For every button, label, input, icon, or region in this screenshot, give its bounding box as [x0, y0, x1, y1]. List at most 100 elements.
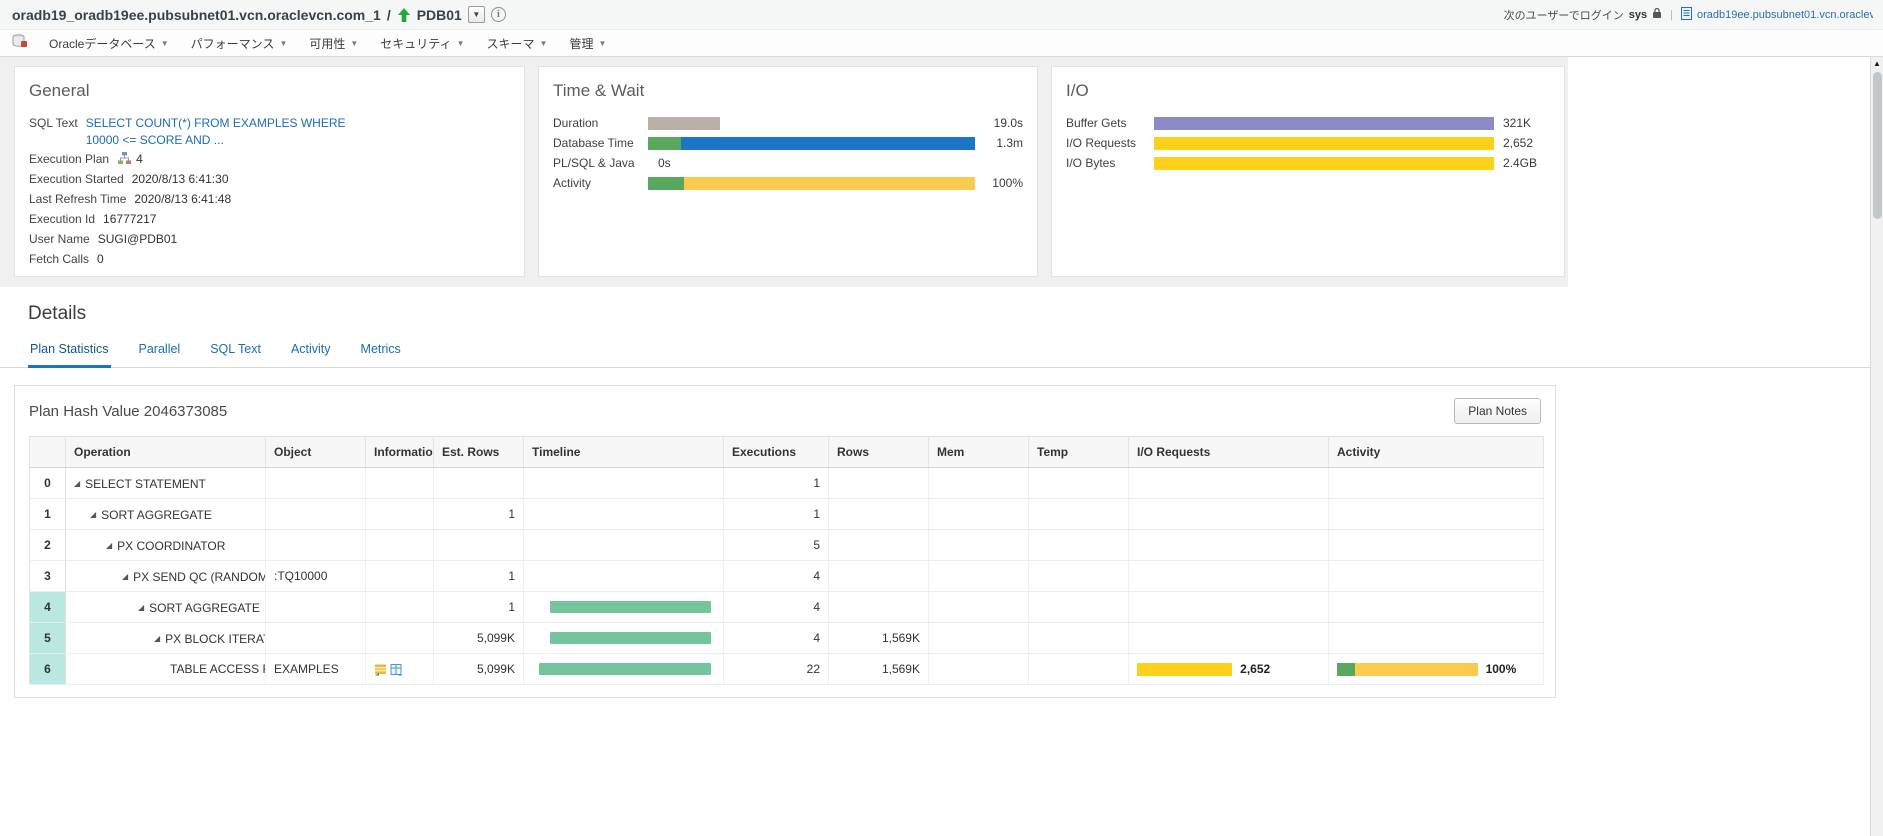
- bar-segment-gold: [1154, 156, 1494, 170]
- menu-schema[interactable]: スキーマ ▼: [487, 35, 548, 52]
- menu-administration[interactable]: 管理 ▼: [569, 35, 606, 52]
- row-number-cell: 2: [29, 529, 66, 561]
- timeline-cell: [523, 529, 724, 561]
- col-row-number: [29, 436, 66, 468]
- field-row: Execution Id 16777217: [29, 209, 510, 229]
- general-panel: General SQL Text SELECT COUNT(*) FROM EX…: [14, 66, 525, 277]
- menu-label: Oracleデータベース: [49, 36, 156, 51]
- duration-bar: [648, 116, 975, 130]
- expand-collapse-icon[interactable]: ◢: [138, 603, 144, 612]
- object-cell: [265, 591, 366, 623]
- buffer-gets-row: Buffer Gets 321K: [1066, 113, 1550, 133]
- stat-label: I/O Requests: [1066, 136, 1137, 150]
- information-cell: [365, 467, 434, 499]
- bar-segment-gray: [648, 116, 720, 130]
- stat-label: Buffer Gets: [1066, 116, 1127, 130]
- expand-collapse-icon[interactable]: ◢: [90, 510, 96, 519]
- plan-row-3[interactable]: 3 ◢ PX SEND QC (RANDOM):TQ10000 1 4: [29, 560, 1544, 592]
- pdb-switcher-dropdown[interactable]: ▼: [467, 6, 485, 23]
- timeline-cell: [523, 653, 724, 685]
- operation-name: TABLE ACCESS FULL: [170, 662, 265, 676]
- col-activity: Activity: [1328, 436, 1544, 468]
- info-icon[interactable]: i: [490, 7, 506, 22]
- plan-card-header: Plan Hash Value 2046373085 Plan Notes: [15, 386, 1555, 436]
- tab-parallel[interactable]: Parallel: [137, 337, 183, 367]
- expand-collapse-icon[interactable]: ◢: [74, 479, 80, 488]
- object-cell: [265, 622, 366, 654]
- row-number-cell: 4: [29, 591, 66, 623]
- scroll-up-arrow[interactable]: ▲: [1871, 59, 1883, 68]
- menu-label: パフォーマンス: [190, 36, 275, 51]
- plan-row-5[interactable]: 5 ◢ PX BLOCK ITERATOR 5,099K 41,569K: [29, 622, 1544, 654]
- field-value: 2020/8/13 6:41:30: [131, 172, 229, 186]
- plan-row-1[interactable]: 1 ◢ SORT AGGREGATE 1 1: [29, 498, 1544, 530]
- est-rows-cell: 1: [433, 591, 524, 623]
- activity-cell: [1328, 560, 1544, 592]
- expand-collapse-icon[interactable]: ◢: [154, 634, 160, 643]
- duration-row: Duration 19.0s: [553, 113, 1023, 133]
- page-title: oradb19_oradb19ee.pubsubnet01.vcn.oracle…: [12, 6, 381, 23]
- vertical-scrollbar[interactable]: ▲: [1870, 57, 1883, 836]
- plan-table-header-row: Operation Object Information Est. Rows T…: [29, 436, 1544, 468]
- information-cell: [365, 591, 434, 623]
- expand-collapse-icon[interactable]: ◢: [106, 541, 112, 550]
- plan-row-4[interactable]: 4 ◢ SORT AGGREGATE 1 4: [29, 591, 1544, 623]
- plan-hash-title: Plan Hash Value 2046373085: [29, 402, 228, 420]
- stat-label: Activity: [553, 176, 592, 190]
- field-label: Execution Id: [29, 212, 96, 226]
- database-time-bar: [648, 136, 975, 150]
- menu-availability[interactable]: 可用性 ▼: [309, 35, 358, 52]
- executions-cell: 4: [723, 591, 829, 623]
- tab-metrics[interactable]: Metrics: [359, 337, 403, 367]
- stat-label: Duration: [553, 116, 599, 130]
- bar-segment-green: [648, 176, 684, 190]
- expand-collapse-icon[interactable]: ◢: [122, 572, 128, 581]
- menu-oracle-database[interactable]: Oracleデータベース ▼: [49, 35, 169, 52]
- executions-cell: 22: [723, 653, 829, 685]
- field-row: User Name SUGI@PDB01: [29, 229, 510, 249]
- execution-plan-label: Execution Plan: [29, 152, 110, 166]
- menu-label: 管理: [569, 36, 594, 51]
- stat-value: 19.0s: [993, 116, 1023, 130]
- tab-activity[interactable]: Activity: [289, 337, 333, 367]
- details-heading: Details: [28, 303, 87, 324]
- sql-text-link[interactable]: SELECT COUNT(*) FROM EXAMPLES WHERE 1000…: [86, 115, 381, 149]
- rows-cell: [828, 591, 929, 623]
- menu-performance[interactable]: パフォーマンス ▼: [191, 35, 288, 52]
- io-requests-cell: [1128, 591, 1329, 623]
- host-link[interactable]: oradb19ee.pubsubnet01.vcn.oraclevcn.co: [1697, 9, 1873, 21]
- menu-label: 可用性: [309, 36, 346, 51]
- tab-plan-statistics[interactable]: Plan Statistics: [28, 337, 111, 368]
- sql-text-row: SQL Text SELECT COUNT(*) FROM EXAMPLES W…: [29, 113, 510, 149]
- activity-row: Activity 100%: [553, 173, 1023, 193]
- operation-name: SELECT STATEMENT: [85, 476, 206, 491]
- plan-row-2[interactable]: 2 ◢ PX COORDINATOR 5: [29, 529, 1544, 561]
- stat-value: 0s: [658, 156, 671, 170]
- bar-segment-blue: [680, 136, 975, 150]
- plan-notes-button[interactable]: Plan Notes: [1454, 398, 1541, 424]
- timeline-cell: [523, 560, 724, 592]
- information-cell: [365, 653, 434, 685]
- activity-cell: [1328, 591, 1544, 623]
- temp-cell: [1028, 560, 1129, 592]
- login-user: sys: [1628, 8, 1648, 21]
- operation-name: SORT AGGREGATE: [101, 507, 212, 522]
- mem-cell: [928, 653, 1029, 685]
- operation-name: PX SEND QC (RANDOM): [133, 569, 266, 584]
- bar-segment-purple: [1154, 116, 1494, 130]
- menu-security[interactable]: セキュリティ ▼: [380, 35, 464, 52]
- operation-name: PX COORDINATOR: [117, 538, 226, 553]
- plan-row-6[interactable]: 6 TABLE ACCESS FULLEXAMPLES 5,099K 221,569K…: [29, 653, 1544, 685]
- field-label: User Name: [29, 232, 90, 246]
- execution-plan-row: Execution Plan 4: [29, 149, 510, 169]
- top-header-bar: oradb19_oradb19ee.pubsubnet01.vcn.oracle…: [0, 0, 1883, 30]
- executions-cell: 4: [723, 622, 829, 654]
- row-number-cell: 5: [29, 622, 66, 654]
- plan-row-0[interactable]: 0 ◢ SELECT STATEMENT 1: [29, 467, 1544, 499]
- col-est-rows: Est. Rows: [433, 436, 524, 468]
- io-requests-cell: 2,652: [1128, 653, 1329, 685]
- general-title: General: [29, 81, 90, 100]
- scrollbar-thumb[interactable]: [1873, 72, 1882, 219]
- activity-wait-segment: [1354, 662, 1478, 676]
- tab-sql-text[interactable]: SQL Text: [208, 337, 263, 367]
